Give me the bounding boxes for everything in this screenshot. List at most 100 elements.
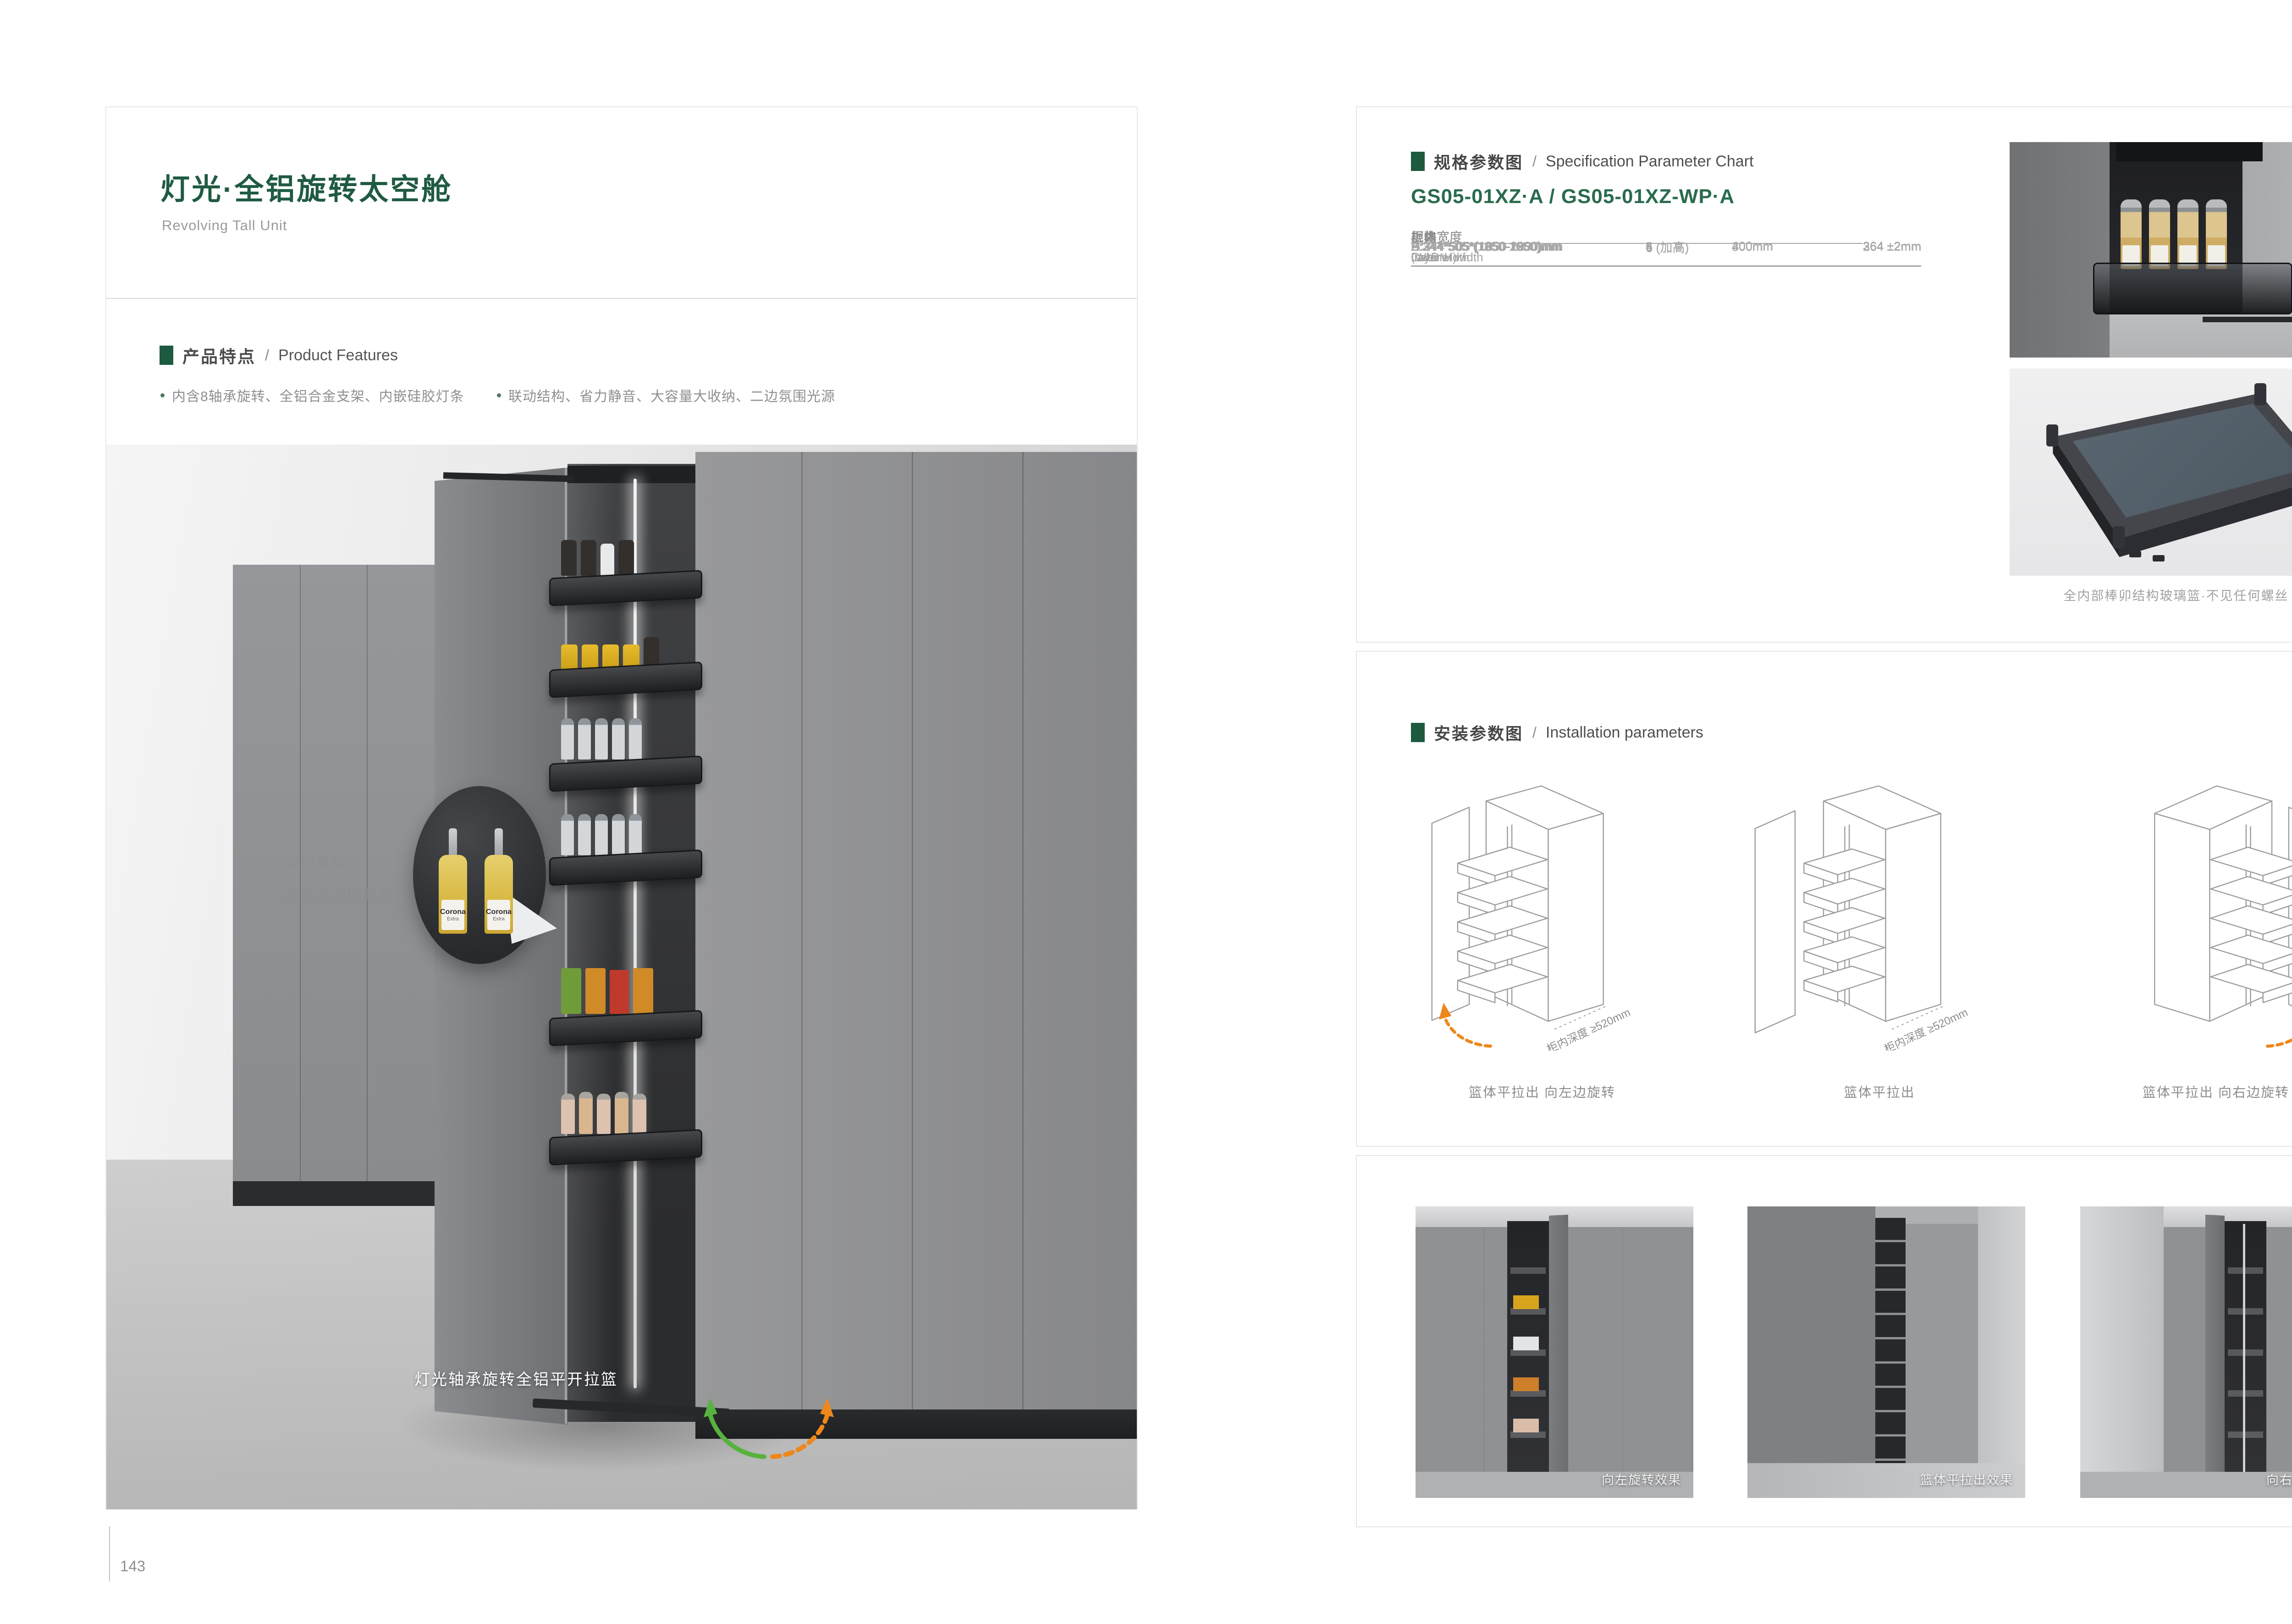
- detail-callout: Corona Extra Corona Extra: [413, 786, 546, 964]
- cabinet-seam: [912, 452, 913, 1438]
- interior-light: [567, 464, 613, 1422]
- bottle-neck: [495, 828, 503, 858]
- feature-text: 内含8轴承旋转、全铝合金支架、内嵌硅胶灯条: [172, 385, 464, 405]
- door-edge-highlight: [565, 466, 567, 1424]
- gallery-photo-pullout: 篮体平拉出效果: [1747, 1206, 2025, 1498]
- feature-bullet: 内含8轴承旋转、全铝合金支架、内嵌硅胶灯条: [160, 385, 464, 405]
- table-row: H:344*505*(1950-2200)mm6 (加高)400mm364 ±2…: [1411, 227, 1921, 267]
- callout-line2: 前后氛围硅胶灯: [285, 879, 394, 910]
- upper-shelf: [2116, 142, 2262, 161]
- callout-label: 全铝支架 前后氛围硅胶灯: [285, 848, 394, 910]
- page-number-left: 143: [120, 1558, 145, 1575]
- installation-section: 安装参数图 / Installation parameters 柜内深度 ≥52…: [1356, 651, 2292, 1147]
- diagram-caption: 篮体平拉出 向右边旋转: [2060, 1082, 2292, 1101]
- bottles: [2110, 179, 2283, 269]
- installation-heading-en: Installation parameters: [1546, 724, 1703, 742]
- bullet-dot-icon: [497, 393, 501, 397]
- gallery-label: 篮体平拉出效果: [1920, 1470, 2013, 1488]
- features-heading-zh: 产品特点: [182, 343, 256, 368]
- installation-header: 安装参数图 / Installation parameters: [1411, 721, 1703, 744]
- slide-rail: [2203, 317, 2292, 322]
- basket-items: [561, 968, 699, 1014]
- bottle-neck: [449, 828, 457, 858]
- bottle: Corona Extra: [485, 828, 513, 934]
- catalog-spread: 灯光·全铝旋转太空舱 Revolving Tall Unit 产品特点 / Pr…: [0, 0, 2292, 1624]
- spec-heading-en: Specification Parameter Chart: [1546, 153, 1754, 171]
- detail-photo-basket: [2010, 142, 2292, 358]
- aluminium-pole: [2243, 1224, 2245, 1475]
- basket-items: [561, 814, 699, 855]
- cabinet-right: [695, 452, 1137, 1438]
- bottle-sub: Extra: [493, 916, 505, 922]
- spec-section: 规格参数图 / Specification Parameter Chart GS…: [1356, 106, 2292, 643]
- corner-post: [2113, 526, 2125, 548]
- basket-items: [561, 540, 699, 576]
- corner-post: [2254, 383, 2266, 405]
- diagram-caption: 篮体平拉出 向左边旋转: [1386, 1082, 1698, 1101]
- features-heading-en: Product Features: [278, 347, 398, 364]
- heading-separator: /: [1532, 153, 1537, 170]
- wall: [2080, 1206, 2164, 1498]
- gallery-label: 向右旋转效果: [2266, 1470, 2292, 1488]
- heading-separator: /: [265, 347, 269, 364]
- page-subtitle: Revolving Tall Unit: [162, 217, 287, 234]
- installation-diagram-center: 柜内深度 ≥520mm: [1724, 766, 2035, 1051]
- callout-line1: 全铝支架: [285, 848, 394, 879]
- footer-rule: [109, 1526, 110, 1581]
- heading-separator: /: [1532, 724, 1537, 741]
- gallery-photo-left-rotate: 向左旋转效果: [1416, 1206, 1693, 1498]
- green-square-icon: [160, 346, 173, 365]
- features-header: 产品特点 / Product Features: [160, 343, 398, 368]
- rotated-door: [2205, 1215, 2225, 1484]
- clip-part: [2129, 551, 2141, 557]
- floor: [2080, 1472, 2292, 1498]
- cabinet-kick: [233, 1181, 436, 1206]
- clip-part: [2153, 555, 2165, 562]
- diagram-caption: 篮体平拉出: [1724, 1082, 2035, 1101]
- open-column: [1875, 1218, 1906, 1480]
- tray-caption: 全内部棒卯结构玻璃篮·不见任何螺丝: [2010, 586, 2292, 604]
- rotation-arrows-icon: [695, 1384, 842, 1467]
- cabinet-seam: [801, 452, 803, 1438]
- product-photo: 全铝支架 前后氛围硅胶灯 Corona Extra Cor: [106, 445, 1137, 1509]
- page-title: 灯光·全铝旋转太空舱: [160, 166, 452, 208]
- photo-annotation: 灯光轴承旋转全铝平开拉篮: [414, 1367, 618, 1389]
- open-column: [1507, 1221, 1549, 1478]
- gallery-label: 向左旋转效果: [1602, 1470, 1681, 1488]
- spec-header: 规格参数图 / Specification Parameter Chart: [1411, 149, 1753, 173]
- bottle-sub: Extra: [447, 916, 459, 922]
- rotated-door: [1549, 1215, 1568, 1484]
- installation-diagram-left: 柜内深度 ≥520mm: [1386, 766, 1698, 1051]
- bottle-label: Corona Extra: [487, 900, 510, 930]
- led-pole: [634, 479, 637, 1388]
- feature-bullet: 联动结构、省力静音、大容量大收纳、二边氛围光源: [497, 385, 835, 405]
- basket-items: [561, 718, 699, 760]
- divider: [106, 298, 1137, 299]
- corner-post: [2046, 424, 2058, 446]
- detail-photo-tray: [2010, 369, 2292, 576]
- bullet-dot-icon: [160, 393, 165, 397]
- gallery-section: 向左旋转效果 篮体平拉出效果 向右旋转效果: [1356, 1155, 2292, 1527]
- bottle-brand: Corona: [486, 908, 512, 916]
- cabinet-seam: [1022, 452, 1024, 1438]
- installation-heading-zh: 安装参数图: [1434, 721, 1523, 744]
- bottle-brand: Corona: [440, 908, 466, 916]
- spec-heading-zh: 规格参数图: [1434, 149, 1523, 173]
- glass-basket: [2093, 263, 2292, 314]
- cabinet-panel: [2010, 142, 2110, 358]
- top-mechanism: [567, 466, 697, 483]
- bottle: Corona Extra: [439, 828, 467, 934]
- wall: [1978, 1206, 2025, 1498]
- installation-diagram-right: [2060, 766, 2292, 1051]
- cabinet-fronts: [1747, 1206, 1875, 1489]
- green-square-icon: [1411, 723, 1425, 742]
- green-square-icon: [1411, 152, 1425, 171]
- model-number: GS05-01XZ·A / GS05-01XZ-WP·A: [1411, 185, 1735, 208]
- open-column: [2225, 1221, 2266, 1478]
- bottle-label: Corona Extra: [441, 900, 464, 930]
- left-page: 灯光·全铝旋转太空舱 Revolving Tall Unit 产品特点 / Pr…: [105, 106, 1138, 1509]
- feature-text: 联动结构、省力静音、大容量大收纳、二边氛围光源: [508, 385, 835, 405]
- basket-items: [561, 1092, 699, 1134]
- gallery-photo-right-rotate: 向右旋转效果: [2080, 1206, 2292, 1498]
- cabinet-fronts: [1906, 1224, 1978, 1481]
